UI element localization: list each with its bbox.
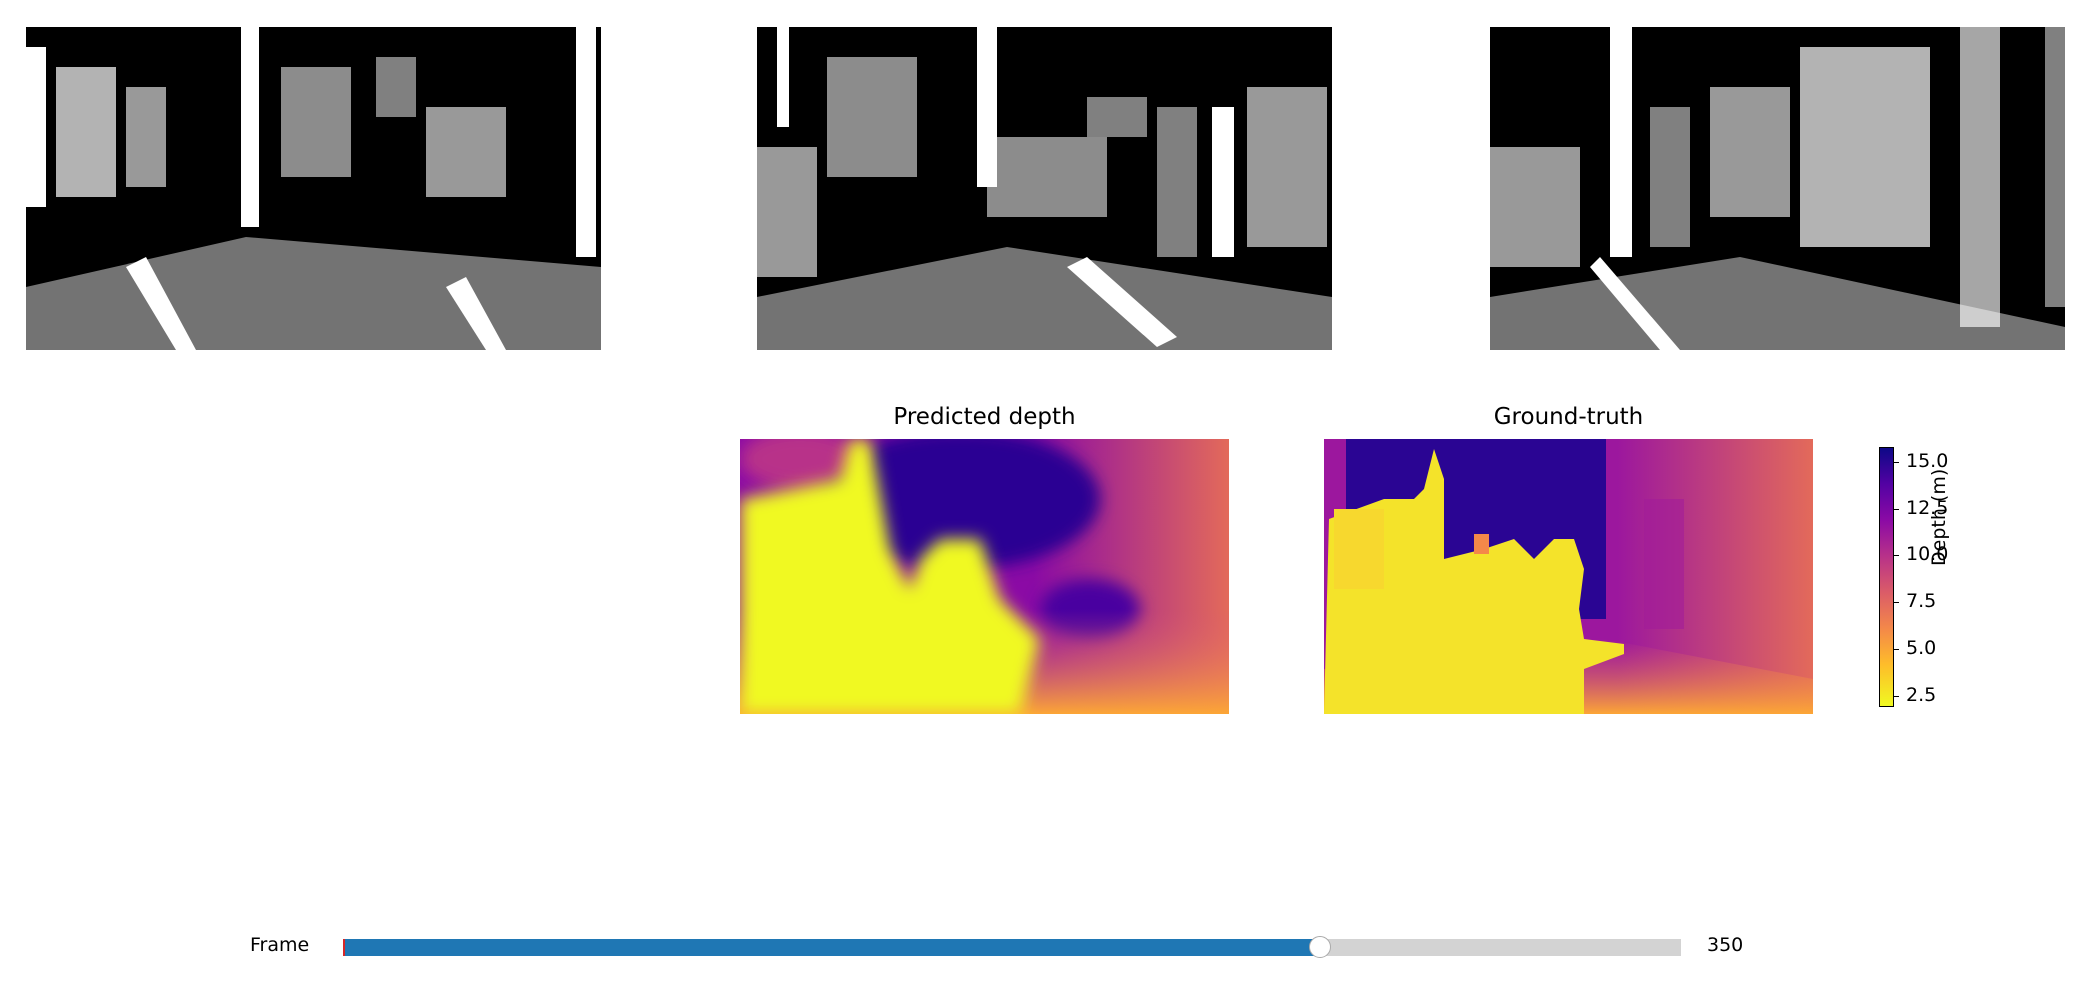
colorbar-tick — [1893, 648, 1899, 650]
predicted-depth-title: Predicted depth — [893, 404, 1076, 430]
colorbar-tick — [1893, 461, 1899, 463]
predicted-depth-map — [740, 439, 1229, 714]
center-camera-view — [757, 27, 1332, 350]
colorbar-tick — [1893, 695, 1899, 697]
right-camera-view — [1490, 27, 2065, 350]
slider-label: Frame — [250, 934, 310, 956]
colorbar-tick — [1893, 602, 1899, 604]
frame-slider-start-marker — [343, 939, 345, 956]
frame-slider-fill — [343, 939, 1320, 956]
colorbar-tick — [1893, 555, 1899, 557]
ground-truth-title: Ground-truth — [1493, 404, 1644, 430]
colorbar-label: Depth (m) — [1928, 468, 1950, 566]
colorbar-tick-label: 2.5 — [1906, 683, 1937, 706]
left-camera-view — [26, 27, 601, 350]
frame-value: 350 — [1707, 934, 1744, 956]
ground-truth-depth-map — [1324, 439, 1813, 714]
colorbar-tick-label: 5.0 — [1906, 636, 1937, 659]
depth-colorbar — [1879, 447, 1894, 707]
colorbar-tick-label: 7.5 — [1906, 590, 1937, 613]
colorbar-tick — [1893, 508, 1899, 510]
frame-slider-handle[interactable] — [1308, 936, 1331, 958]
